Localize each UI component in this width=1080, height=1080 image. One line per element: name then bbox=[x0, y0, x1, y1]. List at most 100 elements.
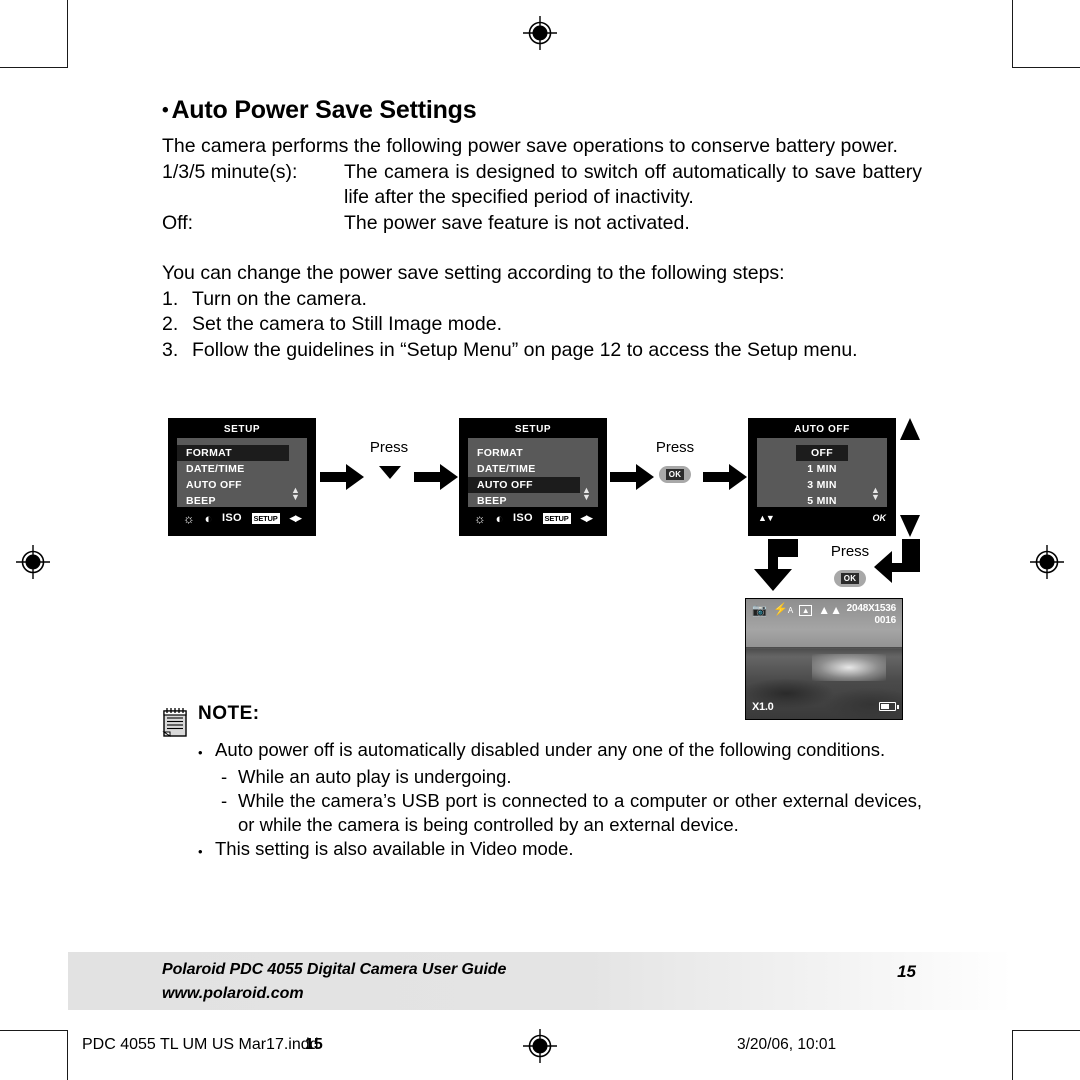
definition-term: Off: bbox=[162, 211, 194, 234]
step-number: 2. bbox=[162, 313, 179, 335]
option-item-1min[interactable]: 1 MIN bbox=[757, 461, 887, 477]
flash-auto-letter: A bbox=[787, 606, 794, 615]
option-item-off[interactable]: OFF bbox=[796, 445, 848, 461]
list-item: • This setting is also available in Vide… bbox=[198, 837, 922, 864]
scroll-arrows-icon[interactable]: ▲ ▼ bbox=[291, 486, 300, 502]
dash-icon: - bbox=[221, 766, 228, 787]
lcd-preview-screen: 📷 ⚡A ▲ ▲▲ 2048X1536 0016 X1.0 bbox=[745, 598, 903, 720]
bullet-icon: • bbox=[198, 844, 203, 859]
portrait-frame-icon: ▲ bbox=[799, 604, 813, 616]
source-filename: PDC 4055 TL UM US Mar17.indd bbox=[82, 1036, 319, 1053]
step-text: Turn on the camera. bbox=[192, 287, 367, 310]
preview-icon-group: 📷 ⚡A ▲ ▲▲ bbox=[752, 603, 842, 617]
brightness-icon[interactable]: ☼ bbox=[474, 512, 486, 525]
option-item-3min[interactable]: 3 MIN bbox=[757, 477, 887, 493]
lcd-menu-panel: FORMAT DATE/TIME AUTO OFF BEEP ▲ ▼ bbox=[177, 438, 307, 507]
preview-highlight bbox=[811, 654, 887, 681]
definition-description: The power save feature is not activated. bbox=[344, 211, 690, 234]
lcd-menu-panel: FORMAT DATE/TIME AUTO OFF BEEP ▲ ▼ bbox=[468, 438, 598, 507]
ok-button-1[interactable]: OK bbox=[659, 466, 691, 483]
notepad-icon bbox=[162, 707, 188, 737]
list-item: 2. Set the camera to Still Image mode. bbox=[162, 312, 922, 338]
scroll-arrows-icon[interactable]: ▲ ▼ bbox=[871, 486, 880, 502]
definition-term: 1/3/5 minute(s): bbox=[162, 160, 298, 183]
list-item: 3. Follow the guidelines in “Setup Menu”… bbox=[162, 338, 922, 364]
menu-item-autooff[interactable]: AUTO OFF bbox=[468, 477, 580, 493]
lcd-title: SETUP bbox=[223, 424, 261, 435]
intro-paragraph: The camera performs the following power … bbox=[162, 135, 898, 157]
registration-mark-top bbox=[523, 16, 557, 50]
footer-guide-title: Polaroid PDC 4055 Digital Camera User Gu… bbox=[162, 961, 507, 978]
ok-button-label: OK bbox=[840, 573, 860, 584]
crop-mark-top-left bbox=[0, 0, 68, 68]
document-page: • Auto Power Save Settings The camera per… bbox=[0, 0, 1080, 1080]
lcd-tab-bar: ☼ ◐ ISO SETUP ◀▶ bbox=[169, 507, 315, 529]
list-item: 1. Turn on the camera. bbox=[162, 287, 922, 313]
resolution-label: 2048X1536 bbox=[846, 603, 897, 614]
list-item: - While an auto play is undergoing. bbox=[221, 765, 922, 789]
step-text: Set the camera to Still Image mode. bbox=[192, 313, 502, 335]
contrast-icon[interactable]: ◐ bbox=[204, 512, 212, 525]
flow-arrow-4-icon bbox=[703, 464, 747, 490]
option-item-5min[interactable]: 5 MIN bbox=[757, 493, 887, 509]
step-text: Follow the guidelines in “Setup Menu” on… bbox=[192, 338, 858, 361]
ok-hint-label: OK bbox=[872, 513, 887, 523]
menu-item-format[interactable]: FORMAT bbox=[468, 445, 598, 461]
contrast-icon[interactable]: ◐ bbox=[495, 512, 503, 525]
lcd-title: SETUP bbox=[514, 424, 552, 435]
step-number: 1. bbox=[162, 287, 179, 310]
flash-auto-icon: ⚡A bbox=[772, 602, 794, 616]
print-timestamp: 3/20/06, 10:01 bbox=[737, 1036, 837, 1053]
setup-tab-icon[interactable]: SETUP bbox=[251, 512, 280, 524]
page-title: • Auto Power Save Settings bbox=[162, 96, 922, 125]
dash-icon: - bbox=[221, 790, 228, 811]
preview-status-bar: 📷 ⚡A ▲ ▲▲ 2048X1536 0016 bbox=[746, 599, 902, 629]
elbow-arrow-left-icon bbox=[874, 539, 920, 583]
menu-item-autooff[interactable]: AUTO OFF bbox=[177, 477, 307, 493]
lcd-options-panel: OFF 1 MIN 3 MIN 5 MIN ▲ ▼ bbox=[757, 438, 887, 507]
bullet-icon: • bbox=[198, 745, 203, 760]
lcd-screen-setup-autooff: SETUP FORMAT DATE/TIME AUTO OFF BEEP ▲ ▼… bbox=[459, 418, 607, 536]
brightness-icon[interactable]: ☼ bbox=[183, 512, 195, 525]
title-text: Auto Power Save Settings bbox=[171, 96, 477, 124]
shot-count-label: 0016 bbox=[874, 615, 897, 626]
steps-intro: You can change the power save setting ac… bbox=[162, 262, 785, 284]
crop-mark-top-right bbox=[1012, 0, 1080, 68]
list-item: - While the camera’s USB port is connect… bbox=[221, 789, 922, 837]
camera-icon: 📷 bbox=[752, 603, 767, 617]
elbow-arrow-down-icon bbox=[752, 539, 798, 591]
lcd-title: AUTO OFF bbox=[794, 424, 850, 435]
iso-icon[interactable]: ISO bbox=[513, 512, 533, 524]
step-number: 3. bbox=[162, 338, 179, 361]
menu-item-datetime[interactable]: DATE/TIME bbox=[177, 461, 307, 477]
ok-button-label: OK bbox=[665, 469, 685, 480]
title-bullet: • bbox=[162, 100, 169, 121]
iso-icon[interactable]: ISO bbox=[222, 512, 242, 524]
registration-mark-right bbox=[1030, 545, 1064, 579]
press-label-2: Press bbox=[655, 439, 695, 456]
down-triangle-icon bbox=[379, 466, 401, 479]
setup-tab-icon[interactable]: SETUP bbox=[542, 512, 571, 524]
landscape-icon: ▲▲ bbox=[818, 603, 843, 617]
scroll-down-icon: ▼ bbox=[871, 492, 880, 502]
registration-mark-left bbox=[16, 545, 50, 579]
bleed-page-number: 15 bbox=[305, 1036, 323, 1053]
left-right-icon[interactable]: ◀▶ bbox=[580, 512, 593, 525]
flow-arrow-1-icon bbox=[320, 464, 364, 490]
menu-item-beep[interactable]: BEEP bbox=[177, 493, 307, 509]
scroll-arrows-icon[interactable]: ▲ ▼ bbox=[582, 486, 591, 502]
left-right-icon[interactable]: ◀▶ bbox=[289, 512, 302, 525]
footer-text: Polaroid PDC 4055 Digital Camera User Gu… bbox=[162, 961, 506, 1003]
list-item: • Auto power off is automatically disabl… bbox=[198, 738, 922, 765]
menu-item-format[interactable]: FORMAT bbox=[177, 445, 289, 461]
note-text: Auto power off is automatically disabled… bbox=[215, 739, 886, 760]
preview-info: 2048X1536 0016 bbox=[846, 603, 897, 627]
menu-item-datetime[interactable]: DATE/TIME bbox=[468, 461, 598, 477]
scroll-down-icon: ▼ bbox=[582, 492, 591, 502]
ok-button-2[interactable]: OK bbox=[834, 570, 866, 587]
note-header: NOTE: bbox=[162, 703, 922, 737]
note-title: NOTE: bbox=[198, 703, 260, 724]
note-items: • Auto power off is automatically disabl… bbox=[198, 738, 922, 864]
menu-item-beep[interactable]: BEEP bbox=[468, 493, 598, 509]
